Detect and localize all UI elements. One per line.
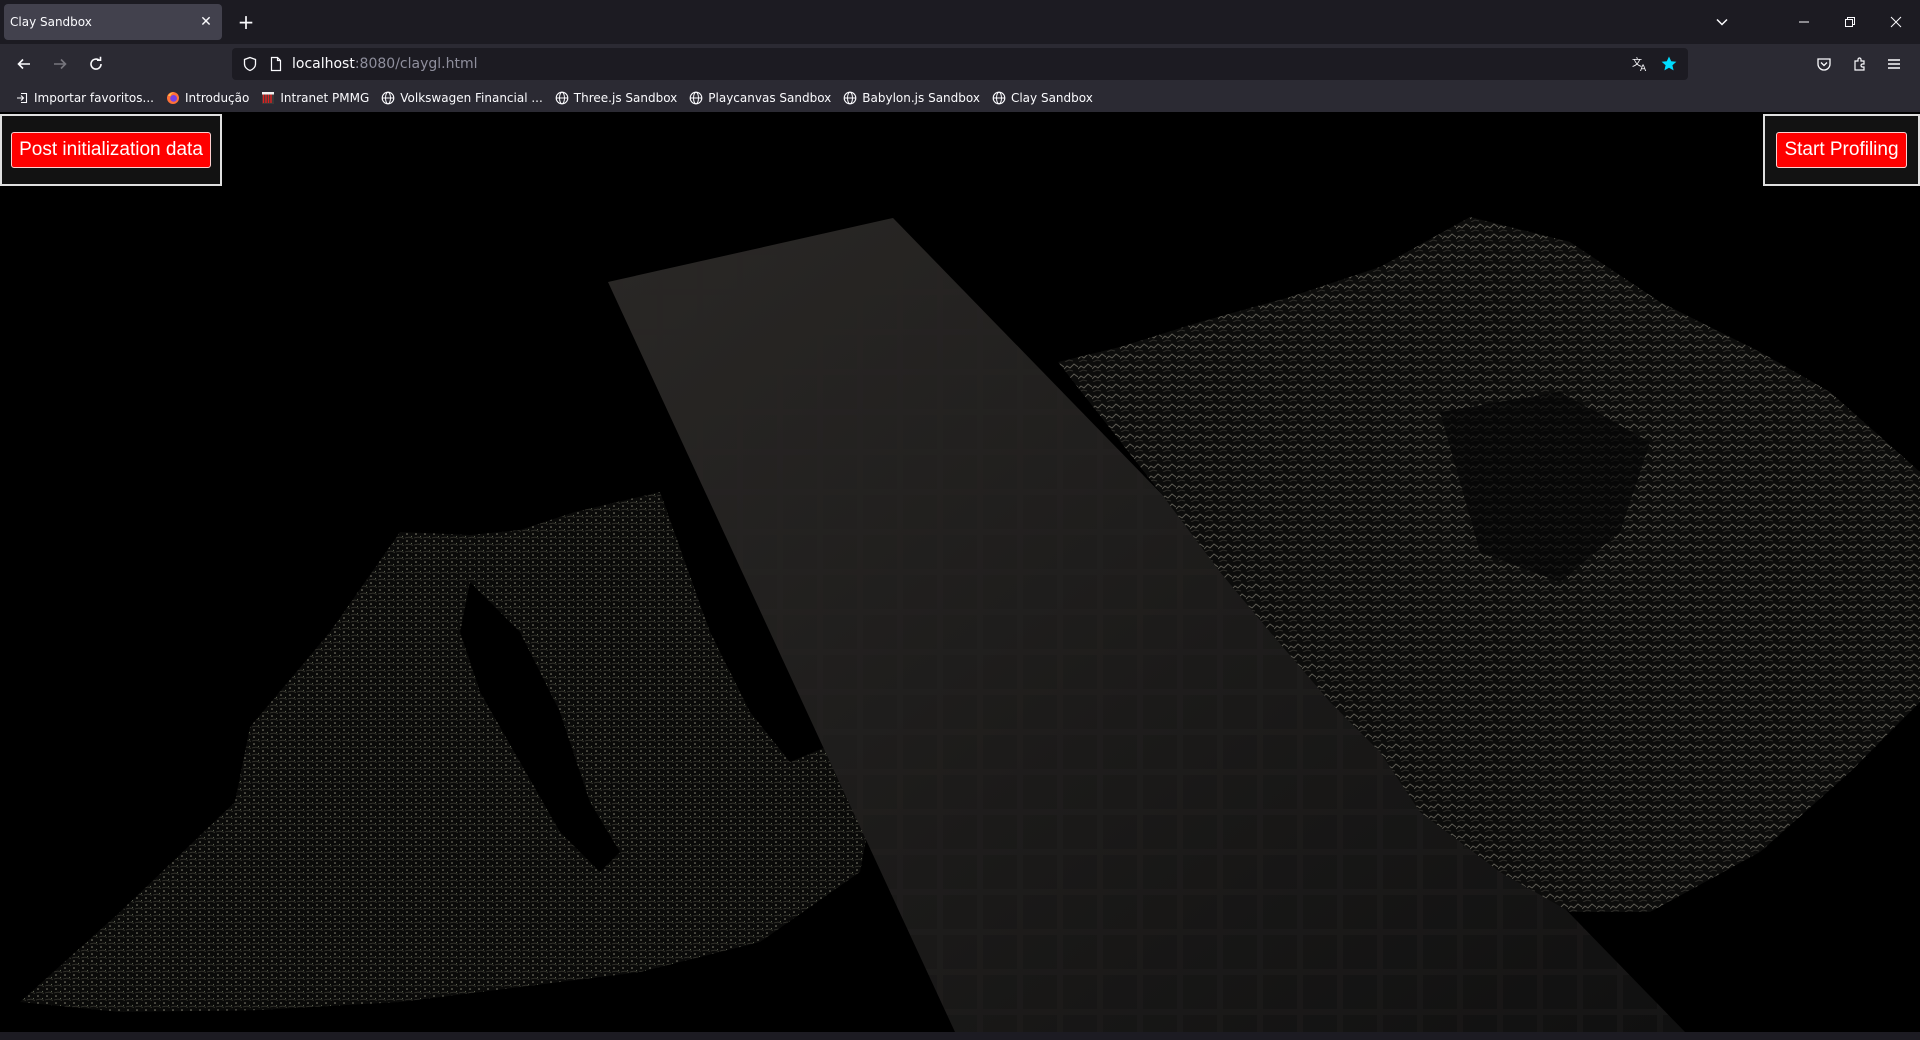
globe-icon	[688, 90, 704, 106]
post-data-panel: Post initialization data	[0, 114, 222, 186]
globe-icon	[380, 90, 396, 106]
url-bar[interactable]: localhost:8080/claygl.html 文A	[232, 48, 1688, 80]
firefox-icon	[165, 90, 181, 106]
close-icon[interactable]: ✕	[196, 12, 216, 32]
bookmark-label: Clay Sandbox	[1010, 91, 1093, 105]
url-host: localhost	[292, 56, 355, 72]
url-text[interactable]: localhost:8080/claygl.html	[292, 56, 477, 72]
bookmark-threejs-sandbox[interactable]: Three.js Sandbox	[550, 86, 681, 110]
bookmark-volkswagen[interactable]: Volkswagen Financial ...	[376, 86, 547, 110]
restore-button[interactable]	[1832, 6, 1868, 38]
new-tab-button[interactable]: +	[232, 8, 260, 36]
globe-icon	[991, 90, 1007, 106]
bookmark-intranet-pmmg[interactable]: Intranet PMMG	[256, 86, 373, 110]
webgl-canvas[interactable]: Post initialization data Start Profiling	[0, 112, 1920, 1032]
bookmark-label: Intranet PMMG	[280, 91, 370, 105]
star-icon[interactable]	[1660, 55, 1678, 73]
bookmark-babylonjs-sandbox[interactable]: Babylon.js Sandbox	[838, 86, 984, 110]
bookmark-label: Babylon.js Sandbox	[862, 91, 980, 105]
hamburger-menu-icon	[1888, 59, 1900, 69]
minimize-button[interactable]	[1786, 6, 1822, 38]
3d-scene	[20, 217, 1920, 1032]
start-profiling-button[interactable]: Start Profiling	[1776, 132, 1907, 168]
bookmark-label: Introdução	[184, 91, 250, 105]
import-icon	[14, 90, 30, 106]
bookmark-import[interactable]: Importar favoritos...	[10, 86, 158, 110]
tab-title: Clay Sandbox	[10, 15, 92, 29]
navigation-toolbar: localhost:8080/claygl.html 文A	[0, 44, 1920, 84]
bookmark-playcanvas-sandbox[interactable]: Playcanvas Sandbox	[684, 86, 835, 110]
globe-icon	[554, 90, 570, 106]
bookmark-label: Volkswagen Financial ...	[400, 91, 543, 105]
arrow-right-icon	[54, 58, 67, 70]
globe-icon	[842, 90, 858, 106]
bookmark-label: Importar favoritos...	[34, 91, 154, 105]
pocket-icon	[1817, 58, 1831, 71]
shield-icon[interactable]	[242, 56, 258, 72]
reload-button[interactable]	[82, 50, 110, 78]
bookmarks-toolbar: Importar favoritos... Introdução Intrane…	[0, 84, 1920, 112]
minimize-icon	[1799, 21, 1809, 23]
bookmark-introducao[interactable]: Introdução	[161, 86, 253, 110]
window-bottom-edge	[0, 1032, 1920, 1040]
bookmark-label: Playcanvas Sandbox	[708, 91, 832, 105]
profiling-panel: Start Profiling	[1763, 114, 1920, 186]
puzzle-icon	[1854, 57, 1865, 71]
bookmark-label: Three.js Sandbox	[573, 91, 678, 105]
pmmg-icon	[260, 90, 276, 106]
forward-button[interactable]	[46, 50, 74, 78]
url-path: :8080/claygl.html	[354, 56, 478, 72]
list-all-tabs-button[interactable]	[1704, 6, 1740, 38]
menu-button[interactable]	[1880, 50, 1908, 78]
extensions-button[interactable]	[1846, 50, 1874, 78]
close-icon	[1890, 16, 1902, 28]
arrow-left-icon	[17, 58, 30, 70]
translate-icon[interactable]: 文A	[1632, 56, 1648, 72]
page-icon[interactable]	[268, 56, 284, 72]
active-tab[interactable]: Clay Sandbox ✕	[4, 4, 222, 40]
post-initialization-data-button[interactable]: Post initialization data	[11, 132, 211, 168]
chevron-down-icon	[1716, 18, 1728, 26]
close-window-button[interactable]	[1878, 6, 1914, 38]
tab-strip: Clay Sandbox ✕ +	[0, 0, 1920, 44]
bookmark-clay-sandbox[interactable]: Clay Sandbox	[987, 86, 1097, 110]
pocket-button[interactable]	[1810, 50, 1838, 78]
back-button[interactable]	[10, 50, 38, 78]
reload-icon	[90, 56, 102, 70]
restore-icon	[1845, 17, 1855, 27]
svg-text:A: A	[1640, 64, 1647, 72]
